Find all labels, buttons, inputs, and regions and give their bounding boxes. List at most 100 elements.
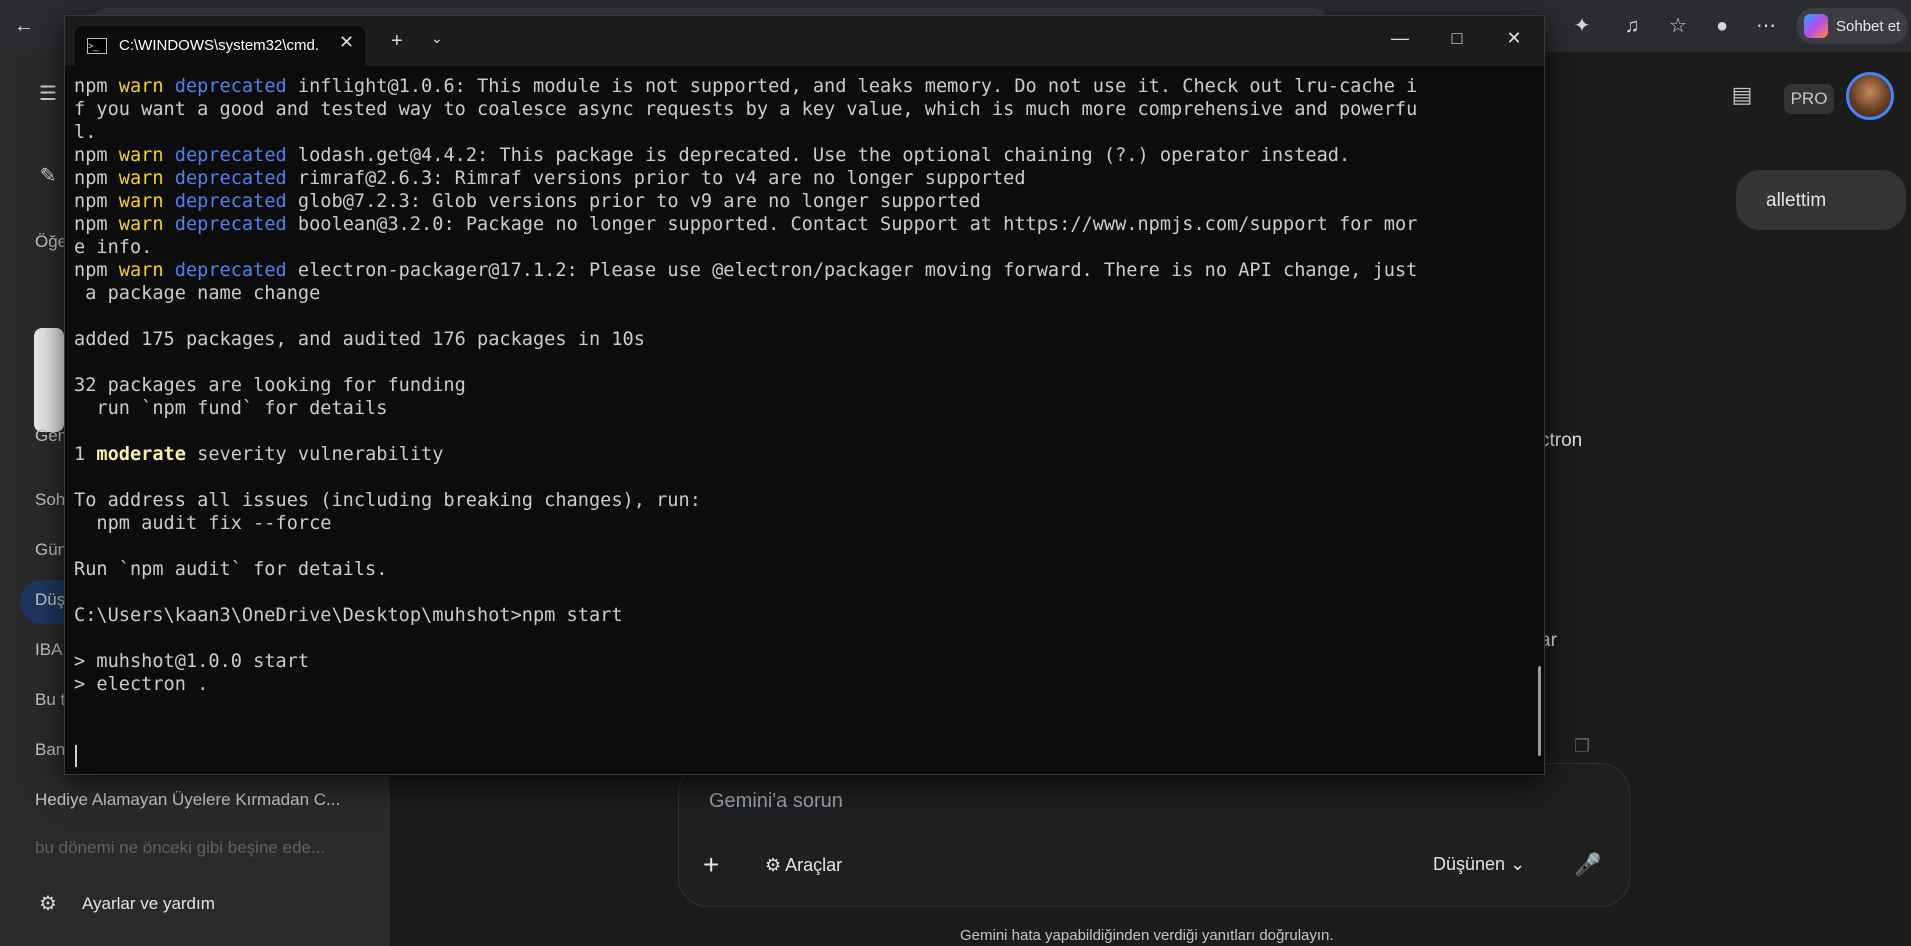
sidebar-section-label: Öğe	[35, 232, 68, 251]
cmd-titlebar[interactable]: >_ C:\WINDOWS\system32\cmd. ✕ + ⌄ — □ ✕	[65, 16, 1544, 66]
more-options-icon[interactable]: ⋯	[1754, 14, 1778, 38]
pro-badge: PRO	[1784, 84, 1834, 114]
terminal-text: e info.	[74, 237, 153, 258]
prompt-input[interactable]: Gemini'a sorun	[709, 790, 843, 813]
extensions-icon[interactable]: ✦	[1570, 14, 1594, 38]
back-arrow-icon[interactable]: ←	[12, 14, 36, 38]
close-window-icon[interactable]: ✕	[1499, 28, 1529, 49]
cmd-window[interactable]: >_ C:\WINDOWS\system32\cmd. ✕ + ⌄ — □ ✕ …	[64, 15, 1545, 775]
copilot-chat-button[interactable]: Sohbet et	[1796, 8, 1908, 44]
terminal-line: To address all issues (including breakin…	[74, 489, 1514, 512]
terminal-text: inflight@1.0.6: This module is not suppo…	[286, 76, 1418, 97]
terminal-text: a package name change	[74, 283, 321, 304]
sidebar-item[interactable]: Ban	[35, 740, 65, 760]
terminal-text: npm	[74, 76, 119, 97]
terminal-text: warn	[118, 191, 164, 212]
copilot-chat-label: Sohbet et	[1836, 17, 1901, 35]
terminal-text: deprecated	[174, 76, 287, 97]
terminal-text: rimraf@2.6.3: Rimraf versions prior to v…	[286, 168, 1026, 189]
microphone-icon[interactable]: 🎤	[1574, 852, 1601, 878]
terminal-text: warn	[118, 168, 164, 189]
terminal-text: npm audit fix --force	[74, 513, 332, 534]
gem-thumbnail[interactable]	[34, 328, 64, 432]
terminal-text: lodash.get@4.4.2: This package is deprec…	[286, 145, 1351, 166]
terminal-text: warn	[118, 214, 164, 235]
terminal-text: run `npm fund` for details	[74, 398, 388, 419]
sidebar-item[interactable]: Hediye Alamayan Üyelere Kırmadan C...	[35, 790, 340, 810]
add-icon[interactable]: +	[703, 849, 719, 881]
terminal-text: npm	[74, 168, 119, 189]
terminal-text: warn	[118, 145, 164, 166]
terminal-line: 1 moderate severity vulnerability	[74, 443, 1514, 466]
terminal-line: added 175 packages, and audited 176 pack…	[74, 328, 1514, 351]
new-tab-icon[interactable]: +	[391, 30, 403, 53]
terminal-text: 32 packages are looking for funding	[74, 375, 466, 396]
tools-button[interactable]: ⚙ Araçlar	[765, 855, 842, 876]
terminal-text: npm	[74, 191, 119, 212]
sidebar-item[interactable]: IBA	[35, 640, 62, 660]
terminal-line: e info.	[74, 236, 1514, 259]
media-icon[interactable]: ♫	[1620, 14, 1644, 38]
favorites-icon[interactable]: ☆	[1666, 14, 1690, 38]
terminal-line: npm warn deprecated electron-packager@17…	[74, 259, 1514, 282]
new-chat-icon[interactable]: ✎	[36, 164, 60, 188]
sidebar-item[interactable]: Düş	[35, 590, 65, 610]
sidebar-section-label: Soh	[35, 490, 66, 509]
terminal-text: warn	[118, 260, 164, 281]
terminal-line: run `npm fund` for details	[74, 397, 1514, 420]
terminal-text: added 175 packages, and audited 176 pack…	[74, 329, 645, 350]
tools-icon: ⚙	[765, 855, 786, 875]
prompt-composer[interactable]: Gemini'a sorun + ⚙ Araçlar Düşünen ⌄ 🎤	[678, 763, 1630, 907]
model-mode-select[interactable]: Düşünen ⌄	[1433, 854, 1525, 875]
sidebar-item-active-label[interactable]: Gün	[35, 540, 67, 560]
terminal-text: To address all issues (including breakin…	[74, 490, 701, 511]
copilot-icon	[1804, 14, 1828, 38]
tools-label: Araçlar	[785, 855, 843, 875]
terminal-text: npm	[74, 260, 119, 281]
terminal-text: l.	[74, 122, 97, 143]
cmd-tab-title: C:\WINDOWS\system32\cmd.	[119, 37, 320, 54]
minimize-icon[interactable]: —	[1385, 28, 1415, 49]
terminal-text: boolean@3.2.0: Package no longer support…	[286, 214, 1418, 235]
user-message-text: allettim	[1766, 190, 1827, 211]
terminal-text: severity vulnerability	[185, 444, 444, 465]
settings-help-label[interactable]: Ayarlar ve yardım	[82, 894, 215, 914]
sidebar-item[interactable]: bu dönemi ne önceki gibi beşine ede...	[35, 838, 325, 858]
copy-icon[interactable]: ❐	[1574, 736, 1590, 757]
profile-icon[interactable]: ●	[1710, 14, 1734, 38]
sidebar-item[interactable]: Gen	[35, 426, 67, 446]
terminal-line: l.	[74, 121, 1514, 144]
scrollbar-thumb[interactable]	[1538, 666, 1541, 756]
archive-icon[interactable]: ▤	[1730, 82, 1754, 107]
terminal-line: > electron .	[74, 673, 1514, 696]
sidebar-item[interactable]: Bu t	[35, 690, 65, 710]
terminal-text: warn	[118, 76, 164, 97]
terminal-output[interactable]: npm warn deprecated inflight@1.0.6: This…	[74, 75, 1514, 696]
menu-icon[interactable]: ☰	[36, 82, 60, 106]
terminal-text: npm	[74, 214, 119, 235]
model-mode-label: Düşünen	[1433, 854, 1506, 874]
response-text-fragment: ctron	[1540, 430, 1583, 451]
text-cursor	[75, 745, 77, 767]
maximize-icon[interactable]: □	[1442, 28, 1472, 49]
terminal-line: C:\Users\kaan3\OneDrive\Desktop\muhshot>…	[74, 604, 1514, 627]
cmd-tab[interactable]: >_ C:\WINDOWS\system32\cmd. ✕	[75, 26, 365, 66]
close-tab-icon[interactable]: ✕	[339, 32, 354, 53]
terminal-text: npm	[74, 145, 119, 166]
avatar[interactable]	[1846, 72, 1894, 120]
settings-gear-icon[interactable]: ⚙	[36, 892, 60, 916]
terminal-text: > muhshot@1.0.0 start	[74, 651, 310, 672]
terminal-text: C:\Users\kaan3\OneDrive\Desktop\muhshot>…	[74, 605, 623, 626]
terminal-text: deprecated	[174, 260, 287, 281]
terminal-line: > muhshot@1.0.0 start	[74, 650, 1514, 673]
terminal-text: f you want a good and tested way to coal…	[74, 99, 1418, 120]
tab-dropdown-icon[interactable]: ⌄	[431, 30, 443, 47]
